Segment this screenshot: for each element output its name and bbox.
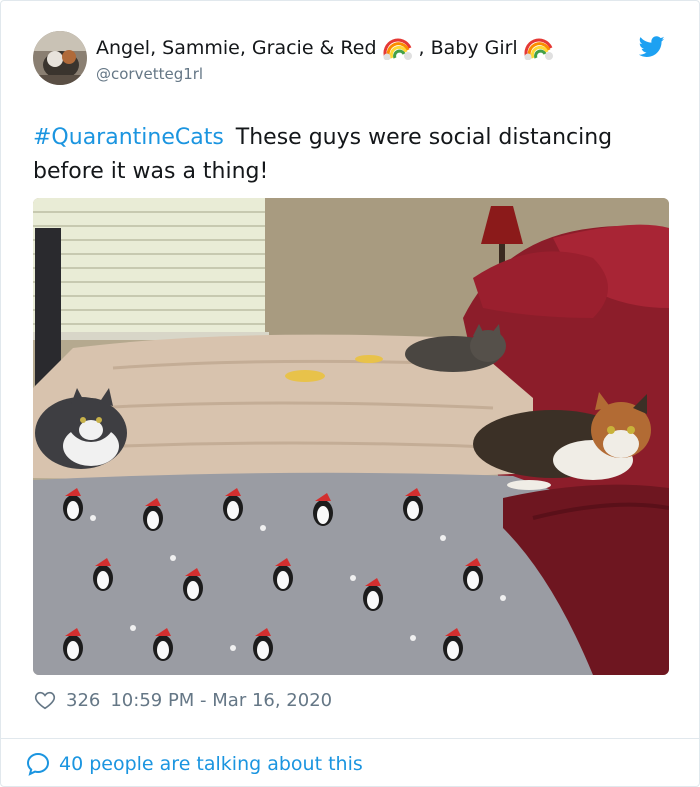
hashtag-link[interactable]: #QuarantineCats <box>33 125 224 150</box>
conversation-text: 40 people are talking about this <box>59 753 363 775</box>
like-count[interactable]: 326 <box>66 690 100 711</box>
display-name-text: Angel, Sammie, Gracie & Red <box>96 37 377 59</box>
rainbow-icon <box>524 38 553 60</box>
speech-bubble-icon <box>26 752 50 776</box>
display-name[interactable]: Angel, Sammie, Gracie & Red , Baby Girl <box>96 35 554 61</box>
conversation-link[interactable]: 40 people are talking about this <box>25 750 363 778</box>
tweet-meta: 326 10:59 PM - Mar 16, 2020 <box>34 687 332 713</box>
tweet-timestamp[interactable]: 10:59 PM - Mar 16, 2020 <box>110 690 332 711</box>
cats-on-bed-photo <box>33 198 669 675</box>
tweet-card: Angel, Sammie, Gracie & Red , Baby Girl <box>0 0 700 787</box>
heart-icon[interactable] <box>34 689 56 711</box>
avatar[interactable] <box>33 31 87 85</box>
user-handle[interactable]: @corvetteg1rl <box>96 63 554 85</box>
tweet-photo[interactable] <box>33 198 669 675</box>
author-block[interactable]: Angel, Sammie, Gracie & Red , Baby Girl <box>96 35 554 85</box>
tweet-text: #QuarantineCats These guys were social di… <box>33 121 673 189</box>
display-name-suffix: , Baby Girl <box>418 37 518 59</box>
rainbow-icon <box>383 38 412 60</box>
tweet-header: Angel, Sammie, Gracie & Red , Baby Girl <box>33 31 673 91</box>
divider <box>1 738 699 739</box>
twitter-bird-icon[interactable] <box>639 36 665 58</box>
